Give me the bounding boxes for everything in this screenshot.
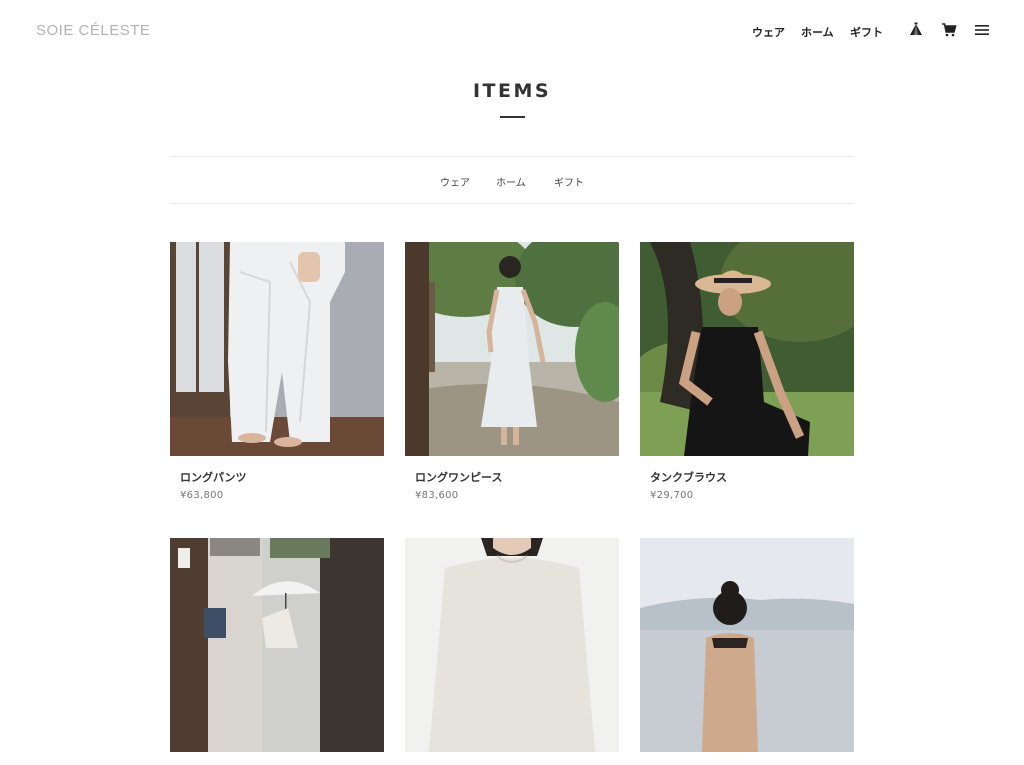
product-price: ¥63,800	[180, 490, 224, 501]
product-price: ¥29,700	[650, 490, 694, 501]
category-link-wear[interactable]: ウェア	[440, 174, 470, 189]
title-divider	[500, 116, 525, 118]
product-card[interactable]: ロングワンピース ¥83,600	[405, 242, 619, 501]
page-title: ITEMS	[472, 80, 552, 102]
product-card[interactable]: タンクブラウス ¥29,700	[640, 242, 854, 501]
category-filter-bar: ウェア ホーム ギフト	[170, 156, 854, 204]
nav-link-home[interactable]: ホーム	[801, 24, 834, 40]
product-image[interactable]	[170, 242, 384, 456]
nav-link-wear[interactable]: ウェア	[752, 24, 785, 40]
product-card[interactable]	[405, 538, 619, 765]
category-link-home[interactable]: ホーム	[496, 174, 526, 189]
cart-icon[interactable]	[940, 21, 958, 39]
category-link-gift[interactable]: ギフト	[554, 174, 584, 189]
product-image[interactable]	[170, 538, 384, 752]
product-image[interactable]	[640, 538, 854, 752]
product-image[interactable]	[405, 242, 619, 456]
product-card[interactable]: ロングパンツ ¥63,800	[170, 242, 384, 501]
product-card[interactable]	[170, 538, 384, 765]
product-image[interactable]	[640, 242, 854, 456]
site-header: SOIE CÉLESTE ウェア ホーム ギフト	[0, 0, 1024, 62]
product-card[interactable]	[640, 538, 854, 765]
product-name[interactable]: タンクブラウス	[640, 469, 854, 485]
tent-icon[interactable]	[907, 21, 925, 39]
product-image[interactable]	[405, 538, 619, 752]
nav-link-gift[interactable]: ギフト	[850, 24, 883, 40]
product-name[interactable]: ロングワンピース	[405, 469, 619, 485]
product-price: ¥83,600	[415, 490, 459, 501]
product-name[interactable]: ロングパンツ	[170, 469, 384, 485]
menu-icon[interactable]	[973, 21, 991, 39]
brand-logo[interactable]: SOIE CÉLESTE	[36, 22, 150, 39]
